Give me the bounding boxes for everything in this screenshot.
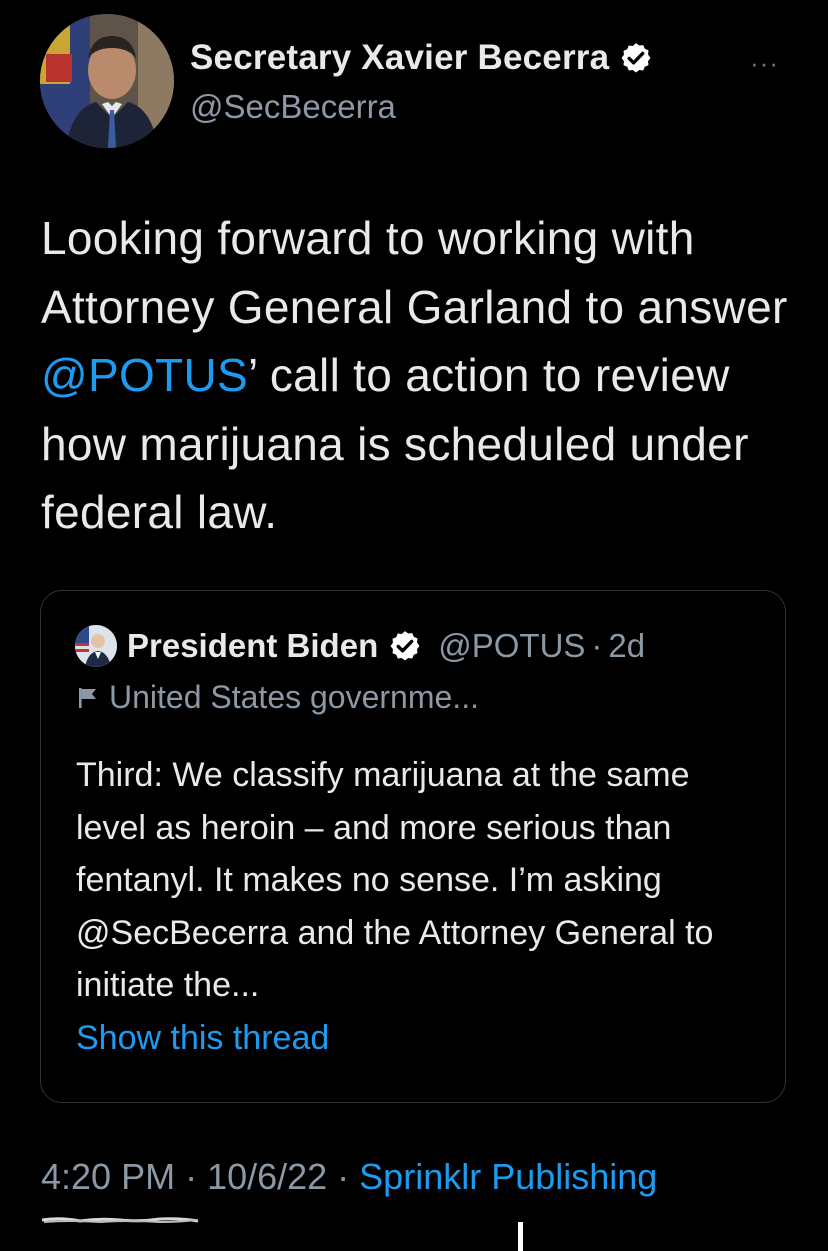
tweet-text: Looking forward to working with Attorney…: [41, 204, 801, 547]
flag-icon: [79, 687, 96, 708]
potus-mention-link[interactable]: @POTUS: [41, 349, 248, 401]
quoted-author-name[interactable]: President Biden: [127, 627, 378, 665]
tweet-time[interactable]: 4:20 PM: [41, 1156, 175, 1198]
tweet-text-part: Looking forward to working with Attorney…: [41, 212, 788, 333]
quoted-tweet-header: President Biden @POTUS · 2d: [75, 625, 645, 667]
tweet-date[interactable]: · 10/6/22 ·: [185, 1156, 349, 1198]
author-avatar[interactable]: [40, 14, 174, 148]
government-account-label[interactable]: United States governme...: [109, 679, 479, 716]
verified-badge-icon: [390, 631, 420, 661]
tweet-source-link[interactable]: Sprinklr Publishing: [359, 1156, 657, 1198]
tweet-meta: 4:20 PM · 10/6/22 · Sprinklr Publishing: [41, 1156, 657, 1198]
author-handle[interactable]: @SecBecerra: [190, 88, 396, 126]
quoted-tweet-time[interactable]: 2d: [608, 627, 645, 665]
tweet-header: Secretary Xavier Becerra @SecBecerra ···: [40, 14, 800, 150]
quoted-author-avatar[interactable]: [75, 625, 117, 667]
more-options-icon[interactable]: ···: [750, 48, 779, 79]
show-thread-link[interactable]: Show this thread: [76, 1019, 329, 1058]
text-cursor: [518, 1222, 523, 1251]
government-label-row[interactable]: United States governme...: [77, 679, 479, 716]
redaction-scribble: [41, 1217, 199, 1224]
verified-badge-icon: [621, 43, 651, 73]
quoted-author-handle[interactable]: @POTUS: [438, 627, 585, 665]
quoted-tweet-card[interactable]: President Biden @POTUS · 2d United State…: [40, 590, 786, 1103]
author-display-name[interactable]: Secretary Xavier Becerra: [190, 38, 609, 78]
author-name-row: Secretary Xavier Becerra: [190, 38, 653, 78]
separator-dot: ·: [591, 627, 603, 664]
quoted-tweet-text: Third: We classify marijuana at the same…: [76, 756, 714, 1004]
